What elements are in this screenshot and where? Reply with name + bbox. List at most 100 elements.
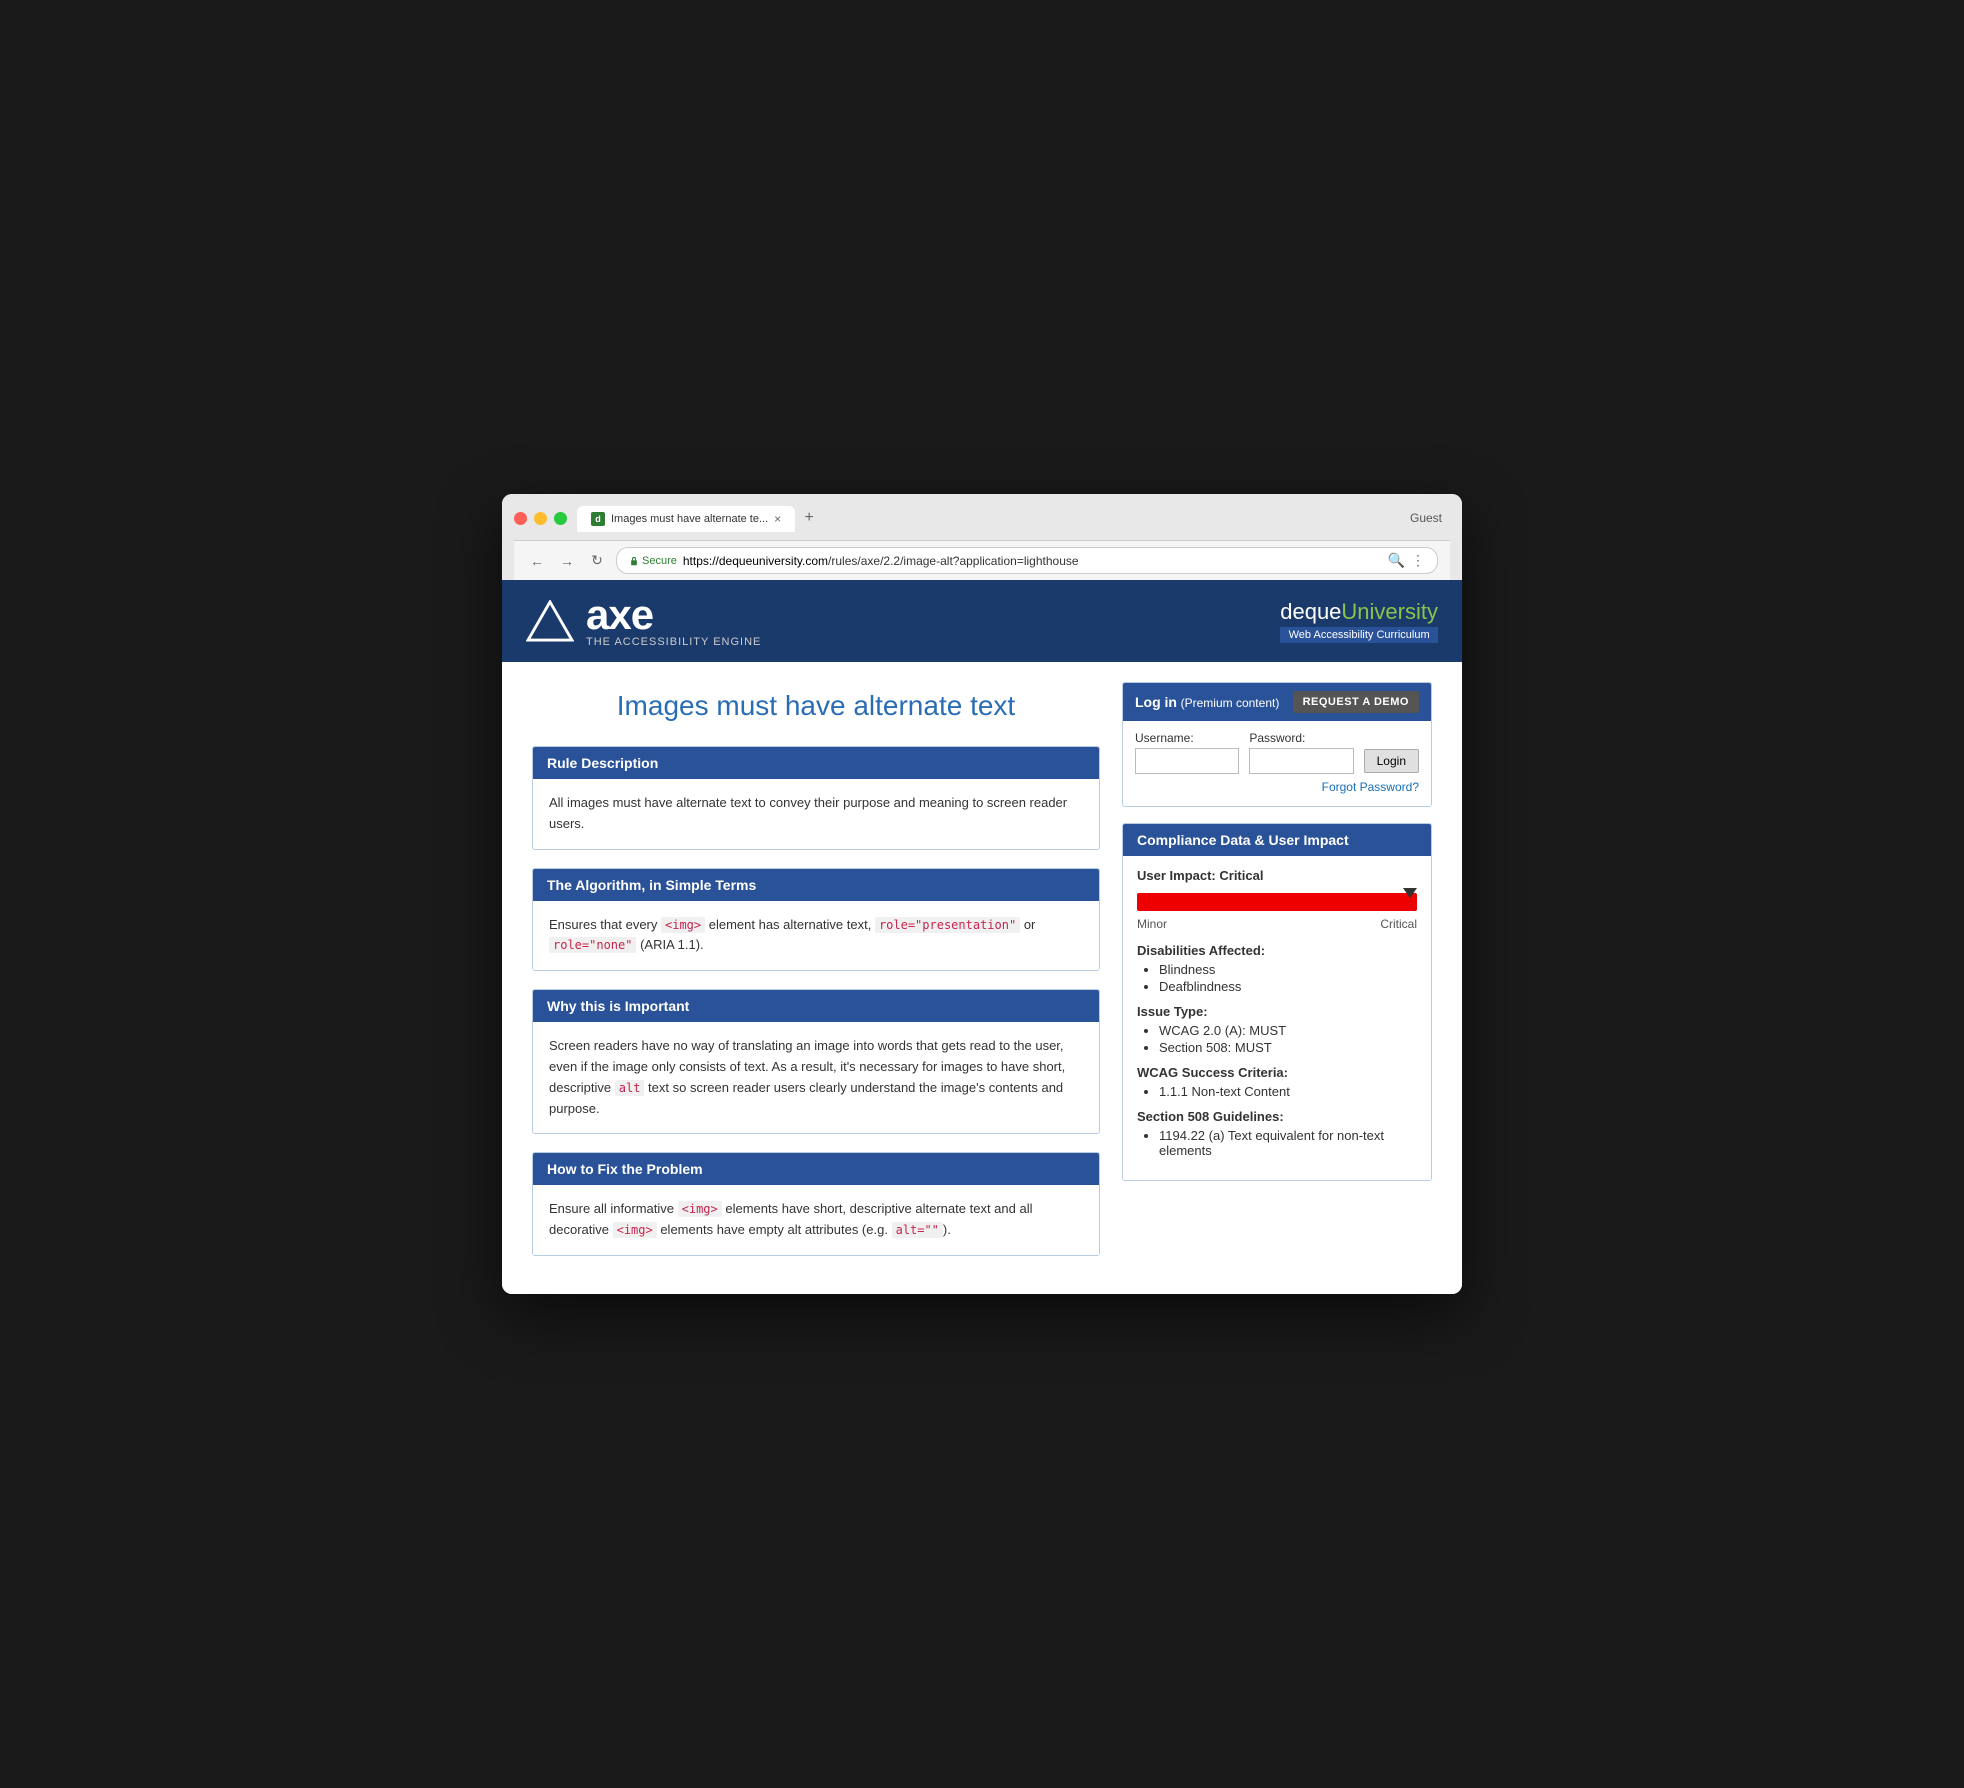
login-header-text: Log in (Premium content) — [1135, 694, 1279, 710]
address-url: https://dequeuniversity.com/rules/axe/2.… — [683, 554, 1382, 568]
compliance-body: User Impact: Critical Minor Critical — [1123, 856, 1431, 1180]
list-item: Section 508: MUST — [1159, 1040, 1417, 1055]
algorithm-code-2: role="presentation" — [875, 917, 1020, 933]
algorithm-text-4: (ARIA 1.1). — [636, 937, 703, 952]
refresh-button[interactable]: ↻ — [586, 550, 608, 572]
forward-button[interactable]: → — [556, 550, 578, 572]
rule-description-section: Rule Description All images must have al… — [532, 746, 1100, 850]
lock-icon — [629, 556, 639, 566]
site-header: axe THE ACCESSIBILITY ENGINE dequeUniver… — [502, 580, 1462, 662]
window-controls — [514, 512, 567, 525]
browser-titlebar: d Images must have alternate te... × + G… — [514, 504, 1450, 532]
request-demo-button[interactable]: REQUEST A DEMO — [1293, 691, 1419, 713]
algorithm-text-3: or — [1020, 917, 1035, 932]
impact-min-label: Minor — [1137, 917, 1167, 931]
secure-text: Secure — [642, 555, 677, 567]
list-item: WCAG 2.0 (A): MUST — [1159, 1023, 1417, 1038]
browser-guest-label: Guest — [1410, 511, 1442, 525]
username-field-group: Username: — [1135, 731, 1239, 774]
forgot-password-link[interactable]: Forgot Password? — [1135, 780, 1419, 794]
user-impact-label: User Impact: Critical — [1137, 868, 1417, 883]
impact-triangle-icon — [1403, 888, 1417, 898]
axe-brand-text: axe — [586, 594, 761, 636]
deque-logo-text: dequeUniversity — [1280, 599, 1438, 625]
issue-type-list: WCAG 2.0 (A): MUST Section 508: MUST — [1159, 1023, 1417, 1055]
compliance-header: Compliance Data & User Impact — [1123, 824, 1431, 856]
importance-section: Why this is Important Screen readers hav… — [532, 989, 1100, 1134]
axe-subtitle-text: THE ACCESSIBILITY ENGINE — [586, 636, 761, 648]
deque-brand: deque — [1280, 599, 1341, 624]
login-button-group: Login — [1364, 731, 1419, 774]
tab-favicon-icon: d — [591, 512, 605, 526]
algorithm-code-3: role="none" — [549, 937, 636, 953]
login-subtitle: (Premium content) — [1181, 696, 1280, 710]
disabilities-list: Blindness Deafblindness — [1159, 962, 1417, 994]
impact-bar — [1137, 893, 1417, 911]
username-input[interactable] — [1135, 748, 1239, 774]
rule-description-body: All images must have alternate text to c… — [533, 779, 1099, 849]
password-field-group: Password: — [1249, 731, 1353, 774]
browser-tab[interactable]: d Images must have alternate te... × — [577, 506, 795, 532]
tab-close-icon[interactable]: × — [774, 513, 781, 525]
fix-code-1: <img> — [678, 1201, 722, 1217]
list-item: Deafblindness — [1159, 979, 1417, 994]
new-tab-button[interactable]: + — [795, 504, 823, 532]
disabilities-title: Disabilities Affected: — [1137, 943, 1417, 958]
importance-code-alt: alt — [615, 1080, 645, 1096]
deque-curriculum-text: Web Accessibility Curriculum — [1280, 627, 1438, 643]
browser-window: d Images must have alternate te... × + G… — [502, 494, 1462, 1294]
page-title: Images must have alternate text — [532, 690, 1100, 722]
menu-icon[interactable]: ⋮ — [1411, 552, 1425, 569]
login-header: Log in (Premium content) REQUEST A DEMO — [1123, 683, 1431, 721]
algorithm-text-1: Ensures that every — [549, 917, 661, 932]
impact-max-label: Critical — [1380, 917, 1417, 931]
fix-text-1: Ensure all informative — [549, 1201, 678, 1216]
login-box: Log in (Premium content) REQUEST A DEMO … — [1122, 682, 1432, 807]
fix-section: How to Fix the Problem Ensure all inform… — [532, 1152, 1100, 1256]
fix-body: Ensure all informative <img> elements ha… — [533, 1185, 1099, 1255]
address-bar[interactable]: Secure https://dequeuniversity.com/rules… — [616, 547, 1438, 574]
password-label: Password: — [1249, 731, 1353, 745]
importance-body: Screen readers have no way of translatin… — [533, 1022, 1099, 1133]
fix-text-4: ). — [943, 1222, 951, 1237]
wcag-title: WCAG Success Criteria: — [1137, 1065, 1417, 1080]
rule-description-text: All images must have alternate text to c… — [549, 795, 1067, 831]
browser-tab-area: d Images must have alternate te... × + — [577, 504, 1410, 532]
fix-code-3: alt="" — [892, 1222, 943, 1238]
close-window-button[interactable] — [514, 512, 527, 525]
algorithm-text-2: element has alternative text, — [705, 917, 875, 932]
url-path: /rules/axe/2.2/image-alt?application=lig… — [828, 554, 1079, 568]
tab-title: Images must have alternate te... — [611, 513, 768, 525]
axe-wordmark: axe THE ACCESSIBILITY ENGINE — [586, 594, 761, 648]
search-icon[interactable]: 🔍 — [1388, 552, 1405, 569]
minimize-window-button[interactable] — [534, 512, 547, 525]
left-column: Images must have alternate text Rule Des… — [532, 682, 1100, 1274]
back-button[interactable]: ← — [526, 550, 548, 572]
password-input[interactable] — [1249, 748, 1353, 774]
algorithm-body: Ensures that every <img> element has alt… — [533, 901, 1099, 971]
login-fields: Username: Password: Login — [1135, 731, 1419, 774]
algorithm-header: The Algorithm, in Simple Terms — [533, 869, 1099, 901]
compliance-box: Compliance Data & User Impact User Impac… — [1122, 823, 1432, 1181]
browser-chrome: d Images must have alternate te... × + G… — [502, 494, 1462, 580]
fix-text-3: elements have empty alt attributes (e.g. — [657, 1222, 892, 1237]
url-domain: https://dequeuniversity.com — [683, 554, 828, 568]
login-button[interactable]: Login — [1364, 749, 1419, 773]
fix-code-2: <img> — [613, 1222, 657, 1238]
login-title: Log in — [1135, 694, 1177, 710]
algorithm-code-1: <img> — [661, 917, 705, 933]
main-content: Images must have alternate text Rule Des… — [502, 662, 1462, 1294]
maximize-window-button[interactable] — [554, 512, 567, 525]
login-body: Username: Password: Login Forgot P — [1123, 721, 1431, 806]
axe-triangle-icon — [526, 600, 574, 642]
wcag-list: 1.1.1 Non-text Content — [1159, 1084, 1417, 1099]
axe-logo: axe THE ACCESSIBILITY ENGINE — [526, 594, 761, 648]
impact-bar-container — [1137, 893, 1417, 911]
username-label: Username: — [1135, 731, 1239, 745]
list-item: 1.1.1 Non-text Content — [1159, 1084, 1417, 1099]
impact-bar-labels: Minor Critical — [1137, 917, 1417, 931]
browser-addressbar: ← → ↻ Secure https://dequeuniversity.com… — [514, 540, 1450, 580]
list-item: Blindness — [1159, 962, 1417, 977]
importance-header: Why this is Important — [533, 990, 1099, 1022]
secure-badge: Secure — [629, 555, 677, 567]
